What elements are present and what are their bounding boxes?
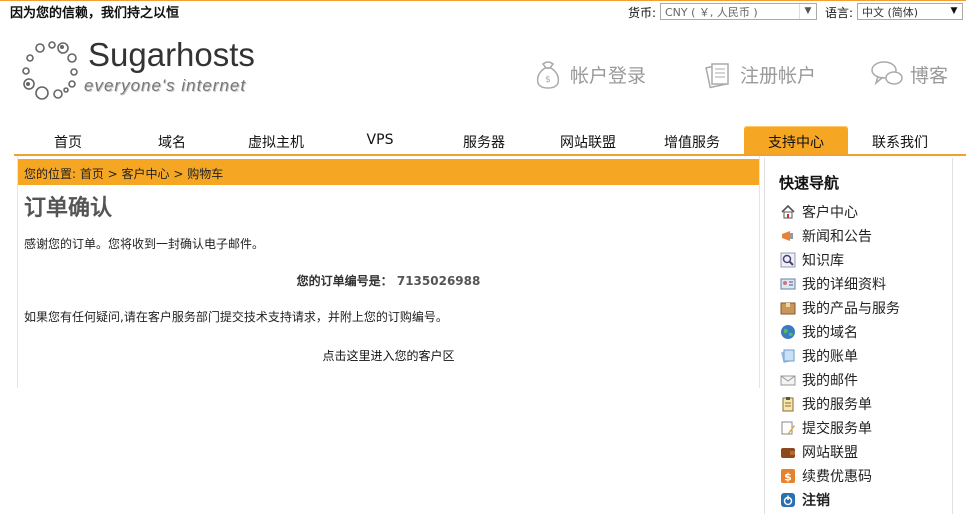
client-area-link[interactable]: 点击这里进入您的客户区 [18, 347, 759, 364]
blog-label: 博客 [910, 64, 949, 87]
quick-nav-item-affiliate[interactable]: 网站联盟 [780, 440, 900, 464]
svg-text:$: $ [784, 471, 792, 484]
home-icon [781, 204, 795, 219]
order-number: 7135026988 [396, 274, 481, 288]
quick-nav-item-renewal-coupon[interactable]: $ 续费优惠码 [780, 464, 900, 488]
pencil-note-icon [781, 421, 795, 435]
chevron-down-icon: ▼ [799, 4, 816, 19]
quick-nav-sidebar: 快速导航 客户中心 新闻和公告 知识库 我的详细资料 我的产品与服务 我的域名 … [764, 158, 953, 514]
logout-icon [781, 493, 795, 507]
magnifier-icon [780, 252, 796, 268]
logo-bubbles-icon [22, 41, 78, 100]
svg-text:$: $ [545, 75, 551, 85]
main-nav: 首页 域名 虚拟主机 VPS 服务器 网站联盟 增值服务 支持中心 联系我们 [14, 126, 966, 156]
language-value: 中文 (简体) [862, 6, 919, 19]
id-card-icon [780, 278, 796, 290]
slogan: 因为您的信赖，我们持之以恒 [10, 6, 180, 21]
nav-item-contact[interactable]: 联系我们 [850, 132, 950, 152]
quick-nav-item-news[interactable]: 新闻和公告 [780, 224, 900, 248]
quick-nav-item-logout[interactable]: 注销 [780, 488, 900, 512]
quick-nav-item-products[interactable]: 我的产品与服务 [780, 296, 900, 320]
invoice-icon [780, 349, 795, 364]
currency-label: 货币: [628, 6, 657, 20]
order-number-line: 您的订单编号是： 7135026988 [18, 272, 759, 289]
nav-item-support[interactable]: 支持中心 [744, 132, 848, 152]
site-logo[interactable]: Sugarhosts everyone's internet [20, 36, 280, 106]
quick-nav-item-emails[interactable]: 我的邮件 [780, 368, 900, 392]
support-note: 如果您有任何疑问,请在客户服务部门提交技术支持请求，并附上您的订购编号。 [24, 310, 448, 324]
nav-item-value-added[interactable]: 增值服务 [642, 132, 742, 152]
nav-item-hosting[interactable]: 虚拟主机 [226, 132, 326, 152]
quick-nav-list: 客户中心 新闻和公告 知识库 我的详细资料 我的产品与服务 我的域名 我的账单 [780, 200, 900, 512]
envelope-icon [780, 375, 796, 386]
speech-bubbles-icon [871, 61, 903, 86]
register-link[interactable]: 注册帐户 [702, 56, 816, 92]
main-content: 您的位置: 首页 > 客户中心 > 购物车 订单确认 感谢您的订单。您将收到一封… [17, 156, 760, 388]
nav-item-domains[interactable]: 域名 [122, 132, 222, 152]
document-stack-icon [705, 63, 729, 89]
page-title: 订单确认 [24, 196, 113, 221]
blog-link[interactable]: 博客 [870, 56, 948, 92]
register-label: 注册帐户 [740, 64, 817, 87]
globe-icon [781, 325, 795, 339]
quick-nav-item-submit-ticket[interactable]: 提交服务单 [780, 416, 900, 440]
dollar-icon: $ [781, 469, 795, 484]
quick-nav-item-invoices[interactable]: 我的账单 [780, 344, 900, 368]
currency-select[interactable]: CNY ( ￥, 人民币 ) ▼ [660, 3, 817, 20]
wallet-icon [781, 448, 795, 458]
top-rule [0, 0, 966, 1]
quick-nav-item-client-center[interactable]: 客户中心 [780, 200, 900, 224]
nav-item-servers[interactable]: 服务器 [434, 132, 534, 152]
nav-item-affiliate[interactable]: 网站联盟 [538, 132, 638, 152]
megaphone-icon [782, 231, 793, 241]
logo-tagline: everyone's internet [84, 76, 247, 95]
thanks-message: 感谢您的订单。您将收到一封确认电子邮件。 [24, 237, 265, 251]
language-label: 语言: [825, 6, 854, 20]
nav-item-vps[interactable]: VPS [330, 132, 430, 148]
breadcrumb[interactable]: 您的位置: 首页 > 客户中心 > 购物车 [24, 165, 223, 182]
nav-item-home[interactable]: 首页 [18, 132, 118, 152]
quick-nav-item-details[interactable]: 我的详细资料 [780, 272, 900, 296]
chevron-down-icon: ▼ [950, 6, 958, 16]
breadcrumb-bar: 您的位置: 首页 > 客户中心 > 购物车 [18, 159, 759, 185]
quick-nav-item-domains[interactable]: 我的域名 [780, 320, 900, 344]
quick-nav-item-knowledgebase[interactable]: 知识库 [780, 248, 900, 272]
logo-name: Sugarhosts [88, 36, 255, 73]
package-icon [780, 302, 796, 315]
language-select[interactable]: 中文 (简体) ▼ [857, 3, 963, 20]
login-label: 帐户登录 [570, 64, 647, 87]
currency-value: CNY ( ￥, 人民币 ) [665, 6, 758, 19]
money-bag-icon: $ [536, 61, 560, 89]
quick-nav-item-tickets[interactable]: 我的服务单 [780, 392, 900, 416]
quick-nav-title: 快速导航 [779, 174, 840, 192]
login-link[interactable]: $ 帐户登录 [532, 56, 646, 92]
order-number-label: 您的订单编号是： [296, 274, 393, 288]
clipboard-icon [782, 397, 794, 412]
